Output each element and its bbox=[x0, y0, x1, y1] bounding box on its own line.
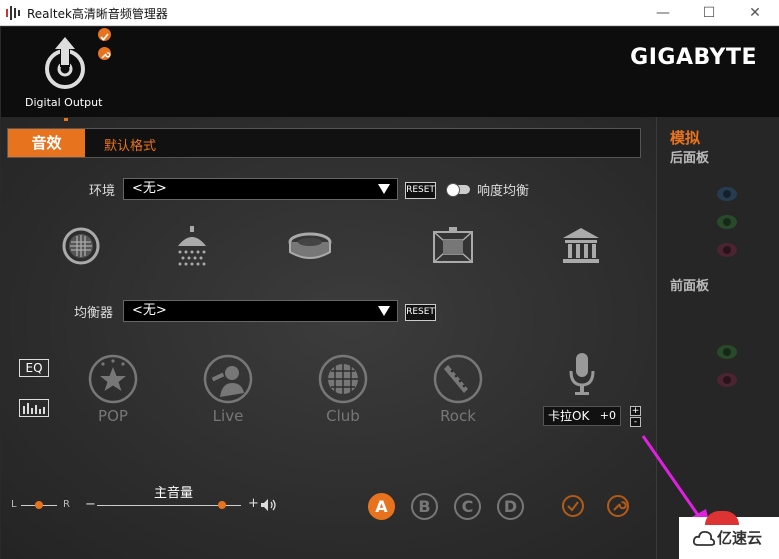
volume-plus-button[interactable]: + bbox=[248, 496, 259, 511]
loudness-label: 响度均衡 bbox=[477, 184, 530, 199]
check-icon bbox=[98, 28, 111, 41]
digital-output-icon[interactable] bbox=[41, 35, 89, 91]
top-bar: Digital Output GIGABYTE bbox=[1, 27, 779, 117]
equalizer-label: 均衡器 bbox=[74, 306, 114, 321]
genre-pop[interactable]: POP bbox=[68, 353, 158, 433]
back-panel-label: 后面板 bbox=[670, 151, 710, 166]
analog-title: 模拟 bbox=[670, 129, 701, 147]
genre-live[interactable]: Live bbox=[183, 353, 273, 433]
profile-b-button[interactable]: B bbox=[411, 493, 438, 520]
karaoke-label: 卡拉OK bbox=[548, 409, 590, 423]
master-volume-label: 主音量 bbox=[154, 486, 194, 501]
realtek-window: Realtek高清晰音频管理器 — ☐ ✕ Digital Output GIG… bbox=[0, 0, 779, 559]
maximize-button[interactable]: ☐ bbox=[686, 0, 732, 26]
karaoke-control: 卡拉OK +0 bbox=[543, 406, 621, 426]
right-panel: 模拟 后面板 前面板 bbox=[656, 117, 779, 559]
profile-a-button[interactable]: A bbox=[368, 493, 395, 520]
minimize-button[interactable]: — bbox=[640, 0, 686, 26]
profile-c-button[interactable]: C bbox=[454, 493, 481, 520]
karaoke-minus-button[interactable]: - bbox=[630, 417, 641, 427]
master-volume-knob[interactable] bbox=[218, 501, 226, 509]
back-jack-green[interactable] bbox=[717, 215, 737, 229]
watermark-text: 亿速云 bbox=[717, 529, 763, 547]
loudness-toggle[interactable] bbox=[446, 183, 470, 197]
genre-rock[interactable]: Rock bbox=[413, 353, 503, 433]
volume-minus-button[interactable]: − bbox=[85, 497, 96, 512]
eq-button[interactable]: EQ bbox=[19, 359, 49, 377]
pop-star-icon bbox=[88, 354, 138, 404]
stadium-icon[interactable] bbox=[288, 224, 332, 268]
karaoke-plus-button[interactable]: + bbox=[630, 406, 641, 416]
genre-live-label: Live bbox=[212, 407, 244, 425]
wrench-icon bbox=[98, 47, 111, 60]
karaoke-value: +0 bbox=[599, 409, 616, 422]
tab-default-format[interactable]: 默认格式 bbox=[104, 135, 156, 154]
profile-d-button[interactable]: D bbox=[497, 493, 524, 520]
tab-bar: 音效 默认格式 bbox=[7, 128, 641, 158]
device-label: Digital Output bbox=[25, 96, 103, 109]
graphic-eq-button[interactable] bbox=[19, 399, 49, 417]
environment-select-value: <无> bbox=[132, 181, 167, 196]
watermark: 亿速云 bbox=[679, 511, 779, 559]
brand-logo: GIGABYTE bbox=[630, 45, 757, 70]
cloud-icon bbox=[693, 530, 715, 546]
title-bar: Realtek高清晰音频管理器 — ☐ ✕ bbox=[0, 0, 779, 26]
front-jack-green[interactable] bbox=[717, 345, 737, 359]
window-title: Realtek高清晰音频管理器 bbox=[27, 7, 168, 21]
check-icon[interactable] bbox=[561, 494, 585, 518]
balance-left-label: L bbox=[11, 499, 17, 510]
environment-select[interactable]: <无> bbox=[123, 178, 398, 200]
speaker-icon[interactable] bbox=[260, 498, 278, 512]
equalizer-select[interactable]: <无> bbox=[123, 300, 398, 322]
equalizer-reset-button[interactable]: RESET bbox=[405, 304, 436, 321]
manhole-icon[interactable] bbox=[59, 224, 103, 268]
back-jack-pink[interactable] bbox=[717, 243, 737, 257]
device-indicator bbox=[64, 118, 68, 121]
singer-icon bbox=[203, 354, 253, 404]
genre-club-label: Club bbox=[326, 407, 360, 425]
equalizer-select-value: <无> bbox=[132, 303, 167, 318]
wrench-icon[interactable] bbox=[606, 494, 630, 518]
hall-icon[interactable] bbox=[559, 224, 603, 268]
equalizer-bars-icon bbox=[23, 403, 45, 414]
environment-reset-button[interactable]: RESET bbox=[405, 182, 436, 199]
front-panel-label: 前面板 bbox=[670, 279, 710, 294]
microphone-icon[interactable] bbox=[566, 351, 598, 397]
balance-slider-knob[interactable] bbox=[35, 501, 43, 509]
genre-pop-label: POP bbox=[98, 407, 128, 425]
front-jack-pink[interactable] bbox=[717, 373, 737, 387]
dropdown-arrow-icon bbox=[378, 306, 390, 316]
app-icon bbox=[6, 6, 20, 20]
dropdown-arrow-icon bbox=[378, 184, 390, 194]
disco-ball-icon bbox=[318, 354, 368, 404]
shower-icon[interactable] bbox=[170, 224, 214, 268]
environment-label: 环境 bbox=[89, 184, 116, 199]
back-jack-blue[interactable] bbox=[717, 187, 737, 201]
close-button[interactable]: ✕ bbox=[732, 0, 778, 26]
balance-right-label: R bbox=[63, 499, 70, 510]
app-body: Digital Output GIGABYTE 音效 默认格式 环境 <无> R… bbox=[1, 27, 779, 559]
guitar-icon bbox=[433, 354, 483, 404]
room-icon[interactable] bbox=[431, 224, 475, 268]
tab-sound-effects[interactable]: 音效 bbox=[8, 129, 85, 157]
genre-club[interactable]: Club bbox=[298, 353, 388, 433]
genre-rock-label: Rock bbox=[440, 407, 476, 425]
